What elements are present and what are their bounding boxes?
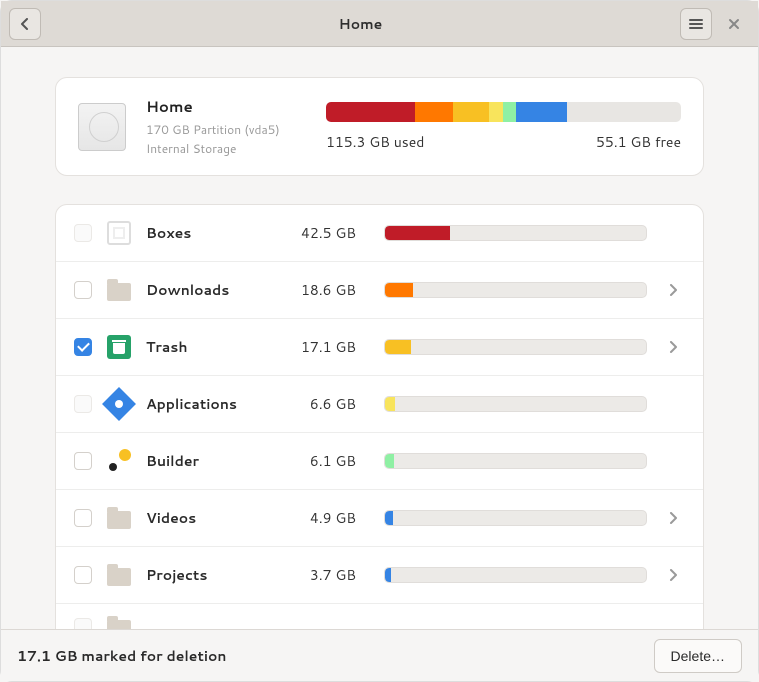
item-bar-fill — [385, 568, 391, 582]
usage-segment — [503, 102, 516, 122]
item-row: Builder 6.1 GB — [56, 433, 703, 490]
item-checkbox — [74, 395, 92, 413]
item-row: Downloads 18.6 GB — [56, 262, 703, 319]
item-size: 3.7 GB — [290, 565, 356, 585]
summary-text: Home 170 GB Partition (vda5) Internal St… — [146, 96, 306, 157]
item-name: Builder — [146, 451, 276, 471]
chevron-right-icon[interactable] — [661, 284, 685, 296]
chevron-left-icon — [19, 18, 31, 30]
item-size: 42.5 GB — [290, 223, 356, 243]
item-bar — [384, 339, 647, 355]
item-bar-fill — [385, 511, 393, 525]
item-bar — [384, 567, 647, 583]
menu-button[interactable] — [680, 8, 712, 40]
item-icon — [106, 562, 132, 588]
volume-name: Home — [146, 96, 306, 117]
item-row: Applications 6.6 GB — [56, 376, 703, 433]
storage-type: Internal Storage — [146, 140, 306, 157]
item-bar-fill — [385, 397, 395, 411]
headerbar: Home — [1, 1, 758, 47]
item-row: Videos 4.9 GB — [56, 490, 703, 547]
folder-icon — [107, 283, 131, 301]
item-icon — [106, 277, 132, 303]
item-checkbox[interactable] — [74, 338, 92, 356]
usage-segment — [489, 102, 503, 122]
hamburger-icon — [689, 18, 703, 30]
usage-segment — [516, 102, 567, 122]
item-name: Boxes — [146, 223, 276, 243]
close-icon — [728, 18, 740, 30]
item-checkbox — [74, 618, 92, 629]
item-name: Trash — [146, 337, 276, 357]
delete-button[interactable]: Delete… — [654, 639, 742, 673]
item-icon — [106, 220, 132, 246]
item-bar — [384, 510, 647, 526]
item-checkbox — [74, 224, 92, 242]
partition-label: 170 GB Partition (vda5) — [146, 121, 306, 138]
chevron-right-icon[interactable] — [661, 341, 685, 353]
item-bar — [384, 453, 647, 469]
usage-column: 115.3 GB used 55.1 GB free — [326, 102, 681, 152]
usage-labels: 115.3 GB used 55.1 GB free — [326, 132, 681, 152]
item-size: 6.1 GB — [290, 451, 356, 471]
app-icon — [102, 387, 136, 421]
item-bar-fill — [385, 454, 394, 468]
item-row: Boxes 42.5 GB — [56, 205, 703, 262]
item-bar — [384, 225, 647, 241]
back-button[interactable] — [9, 8, 41, 40]
item-icon — [106, 505, 132, 531]
builder-icon — [107, 449, 131, 473]
item-bar — [384, 282, 647, 298]
trash-icon — [107, 335, 131, 359]
item-size: 17.1 GB — [290, 337, 356, 357]
content-area: Home 170 GB Partition (vda5) Internal St… — [1, 47, 758, 629]
used-label: 115.3 GB used — [326, 132, 424, 152]
item-row: Trash 17.1 GB — [56, 319, 703, 376]
items-list: Boxes 42.5 GB Downloads 18.6 GB Trash 17.1 GB… — [55, 204, 704, 629]
usage-segment — [453, 102, 489, 122]
footerbar: 17.1 GB marked for deletion Delete… — [1, 629, 758, 681]
item-icon — [106, 448, 132, 474]
folder-icon — [107, 568, 131, 586]
item-icon — [106, 334, 132, 360]
close-button[interactable] — [718, 8, 750, 40]
folder-icon — [107, 511, 131, 529]
usage-segment — [326, 102, 415, 122]
chevron-right-icon[interactable] — [661, 569, 685, 581]
item-size: 6.6 GB — [290, 394, 356, 414]
window-title: Home — [41, 14, 680, 34]
item-size: 18.6 GB — [290, 280, 356, 300]
item-checkbox[interactable] — [74, 509, 92, 527]
chevron-right-icon[interactable] — [661, 512, 685, 524]
item-checkbox[interactable] — [74, 281, 92, 299]
deletion-status: 17.1 GB marked for deletion — [17, 646, 654, 666]
item-icon — [106, 391, 132, 417]
partial-row — [56, 604, 703, 629]
disk-icon — [78, 103, 126, 151]
free-label: 55.1 GB free — [596, 132, 681, 152]
item-checkbox[interactable] — [74, 566, 92, 584]
item-size: 4.9 GB — [290, 508, 356, 528]
item-bar-fill — [385, 226, 450, 240]
item-checkbox[interactable] — [74, 452, 92, 470]
usage-bar — [326, 102, 681, 122]
item-icon — [106, 614, 132, 629]
summary-card: Home 170 GB Partition (vda5) Internal St… — [55, 77, 704, 176]
folder-icon — [107, 620, 131, 629]
item-name: Downloads — [146, 280, 276, 300]
item-name: Videos — [146, 508, 276, 528]
box-icon — [107, 221, 131, 245]
usage-segment — [415, 102, 454, 122]
item-name: Applications — [146, 394, 276, 414]
item-bar-fill — [385, 340, 411, 354]
item-row: Projects 3.7 GB — [56, 547, 703, 604]
item-bar — [384, 396, 647, 412]
item-name: Projects — [146, 565, 276, 585]
item-bar-fill — [385, 283, 413, 297]
